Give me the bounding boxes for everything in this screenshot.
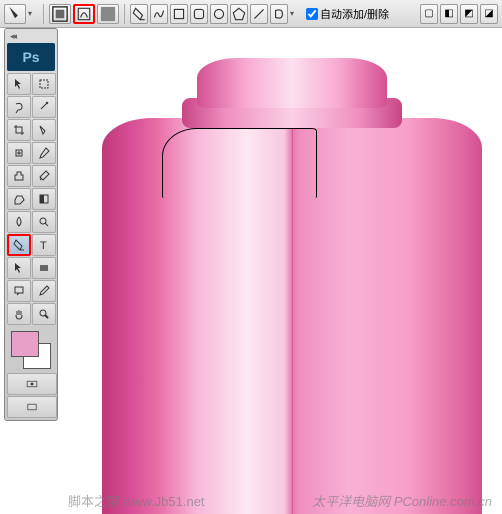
auto-add-delete-checkbox[interactable]	[306, 8, 318, 20]
notes-tool[interactable]	[7, 280, 31, 302]
gradient-tool[interactable]	[32, 188, 56, 210]
bottle-cap	[197, 58, 387, 108]
marquee-tool[interactable]	[32, 73, 56, 95]
tool-preset-picker[interactable]	[4, 4, 26, 24]
ellipse-shape[interactable]	[210, 4, 228, 24]
divider	[124, 4, 125, 24]
slice-tool[interactable]	[32, 119, 56, 141]
dodge-tool[interactable]	[32, 211, 56, 233]
zoom-tool[interactable]	[32, 303, 56, 325]
eraser-tool[interactable]	[7, 188, 31, 210]
toolbox-grip[interactable]: ◂◂	[7, 31, 55, 41]
brush-tool[interactable]	[32, 142, 56, 164]
clone-stamp-tool[interactable]	[7, 165, 31, 187]
eyedropper-tool[interactable]	[32, 280, 56, 302]
svg-text:T: T	[40, 240, 47, 252]
divider	[43, 4, 44, 24]
magic-wand-tool[interactable]	[32, 96, 56, 118]
canvas[interactable]	[62, 28, 502, 514]
rectangle-shape[interactable]	[170, 4, 188, 24]
path-selection-tool[interactable]	[7, 257, 31, 279]
options-bar: ▾ ▾ 自动添加/删除 ▢ ◧ ◩ ◪	[0, 0, 502, 28]
shape-layers-mode[interactable]	[49, 4, 71, 24]
watermark-left: 脚本之家 www.Jb51.net	[68, 491, 205, 510]
pen-tool[interactable]	[7, 234, 31, 256]
photoshop-logo: Ps	[7, 43, 55, 71]
quick-mask-toggle[interactable]	[7, 373, 57, 395]
blur-tool[interactable]	[7, 211, 31, 233]
polygon-shape[interactable]	[230, 4, 248, 24]
active-path-outline[interactable]	[162, 128, 317, 198]
freeform-pen-option[interactable]	[150, 4, 168, 24]
dropdown-icon[interactable]: ▾	[28, 9, 38, 18]
history-brush-tool[interactable]	[32, 165, 56, 187]
lasso-tool[interactable]	[7, 96, 31, 118]
checkbox-label: 自动添加/删除	[320, 6, 389, 22]
path-combine-add[interactable]: ▢	[420, 4, 438, 24]
watermark-right: 太平洋电脑网 PConline.com.cn	[312, 491, 492, 510]
auto-add-delete-option[interactable]: 自动添加/删除	[306, 6, 389, 22]
move-tool[interactable]	[7, 73, 31, 95]
crop-tool[interactable]	[7, 119, 31, 141]
healing-brush-tool[interactable]	[7, 142, 31, 164]
type-tool[interactable]: T	[32, 234, 56, 256]
path-combine-subtract[interactable]: ◧	[440, 4, 458, 24]
path-combine-intersect[interactable]: ◩	[460, 4, 478, 24]
hand-tool[interactable]	[7, 303, 31, 325]
rounded-rectangle-shape[interactable]	[190, 4, 208, 24]
path-combine-exclude[interactable]: ◪	[480, 4, 498, 24]
fill-pixels-mode[interactable]	[97, 4, 119, 24]
foreground-color-swatch[interactable]	[11, 331, 39, 357]
screen-mode-toggle[interactable]	[7, 396, 57, 418]
dropdown-icon[interactable]: ▾	[290, 9, 300, 18]
toolbox-panel: ◂◂ Ps T	[4, 28, 58, 421]
pen-tool-option[interactable]	[130, 4, 148, 24]
paths-mode[interactable]	[73, 4, 95, 24]
custom-shape[interactable]	[270, 4, 288, 24]
line-shape[interactable]	[250, 4, 268, 24]
color-swatches[interactable]	[7, 329, 55, 371]
artwork-bottle	[102, 58, 482, 514]
rectangle-tool[interactable]	[32, 257, 56, 279]
